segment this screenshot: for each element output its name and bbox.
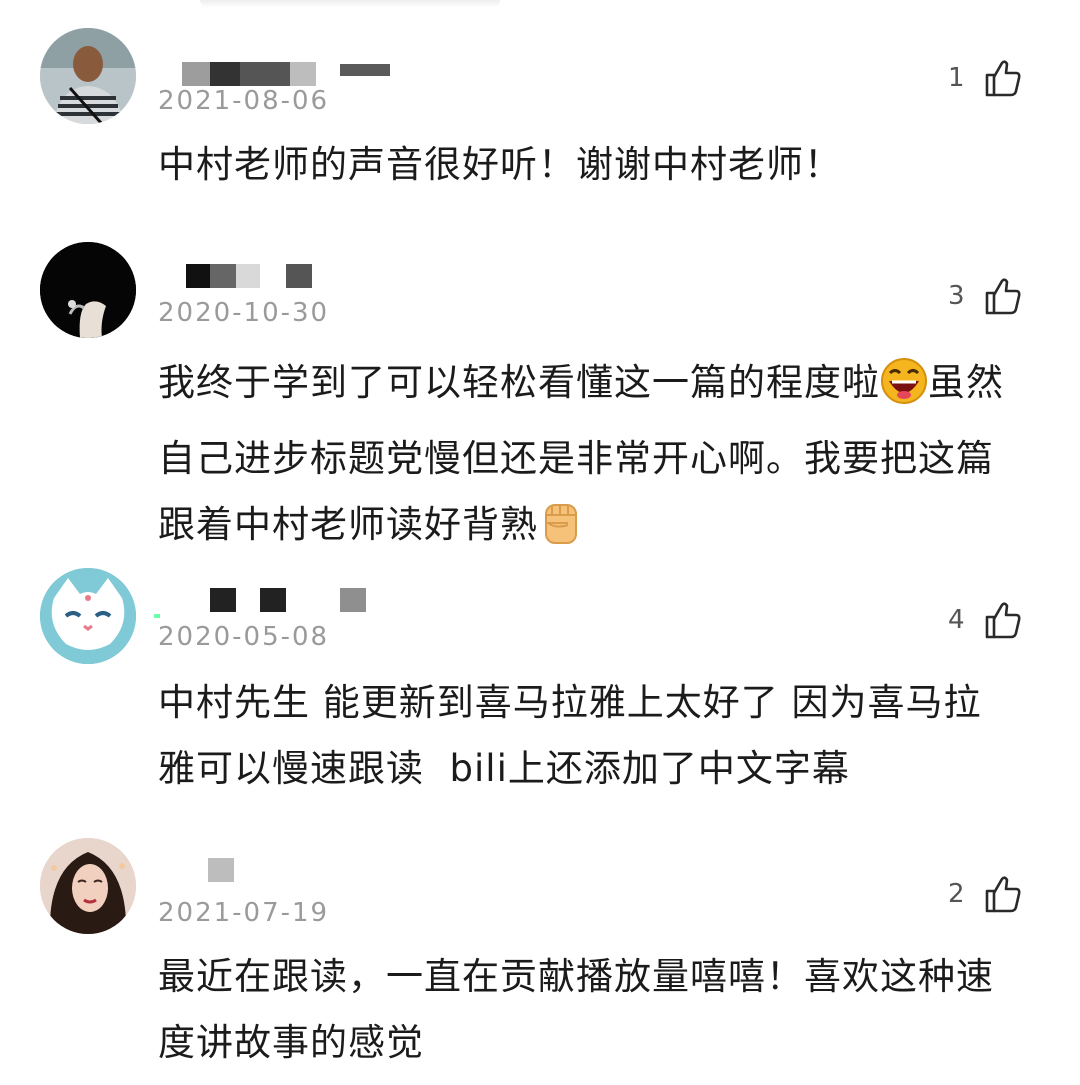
- comment-text: 我终于学到了可以轻松看懂这一篇的程度啦 虽然 自己进步标题党慢但还是非常开心啊。我…: [158, 350, 1058, 568]
- thumbs-up-icon: [982, 57, 1024, 99]
- like-count: 4: [948, 605, 965, 635]
- comment-date: 2021-08-06: [158, 86, 330, 116]
- username-redacted[interactable]: [160, 858, 280, 890]
- comment-date: 2021-07-19: [158, 898, 330, 928]
- thumbs-up-icon: [982, 599, 1024, 641]
- comment-text-line: 中村先生 能更新到喜马拉雅上太好了 因为喜马拉: [158, 681, 982, 724]
- thumbs-up-icon: [982, 275, 1024, 317]
- comment-text: 中村先生 能更新到喜马拉雅上太好了 因为喜马拉 雅可以慢速跟读 bili上还添加…: [158, 670, 1058, 802]
- like-count: 1: [948, 63, 965, 93]
- comment-text-line: 度讲故事的感觉: [158, 1021, 424, 1064]
- comment-text-line: 跟着中村老师读好背熟: [158, 492, 1058, 568]
- comment-date: 2020-10-30: [158, 298, 330, 328]
- comment-text: 中村老师的声音很好听！谢谢中村老师！: [158, 143, 842, 186]
- comment-item-2: 2020-10-30 3 我终于学到了可以轻松看懂这一篇的程度啦 虽然 自己进步标…: [0, 230, 1080, 550]
- avatar[interactable]: [40, 838, 136, 934]
- comment-text: 最近在跟读，一直在贡献播放量嘻嘻！喜欢这种速 度讲故事的感觉: [158, 944, 1058, 1076]
- comment-text-line: 雅可以慢速跟读 bili上还添加了中文字幕: [158, 747, 850, 790]
- avatar[interactable]: [40, 568, 136, 664]
- like-button[interactable]: 2: [948, 872, 1024, 916]
- username-redacted[interactable]: [154, 588, 400, 620]
- comment-item-4: 2021-07-19 2 最近在跟读，一直在贡献播放量嘻嘻！喜欢这种速 度讲故事…: [0, 830, 1080, 1085]
- raised-fist-emoji-icon: [538, 499, 584, 568]
- like-button[interactable]: 3: [948, 274, 1024, 318]
- comment-item-3: 2020-05-08 4 中村先生 能更新到喜马拉雅上太好了 因为喜马拉 雅可以…: [0, 560, 1080, 820]
- like-button[interactable]: 4: [948, 598, 1024, 642]
- comment-date: 2020-05-08: [158, 622, 330, 652]
- comment-item-1: 2021-08-06 1 中村老师的声音很好听！谢谢中村老师！: [0, 0, 1080, 210]
- avatar[interactable]: [40, 28, 136, 124]
- avatar[interactable]: [40, 242, 136, 338]
- like-count: 3: [948, 281, 965, 311]
- username-redacted[interactable]: [160, 264, 360, 296]
- like-button[interactable]: 1: [948, 56, 1024, 100]
- thumbs-up-icon: [982, 873, 1024, 915]
- like-count: 2: [948, 879, 965, 909]
- laughing-emoji-icon: [880, 357, 928, 426]
- comment-text-line: 自己进步标题党慢但还是非常开心啊。我要把这篇: [158, 437, 994, 480]
- comment-text-line: 我终于学到了可以轻松看懂这一篇的程度啦 虽然: [158, 350, 1058, 426]
- comment-text-line: 最近在跟读，一直在贡献播放量嘻嘻！喜欢这种速: [158, 955, 994, 998]
